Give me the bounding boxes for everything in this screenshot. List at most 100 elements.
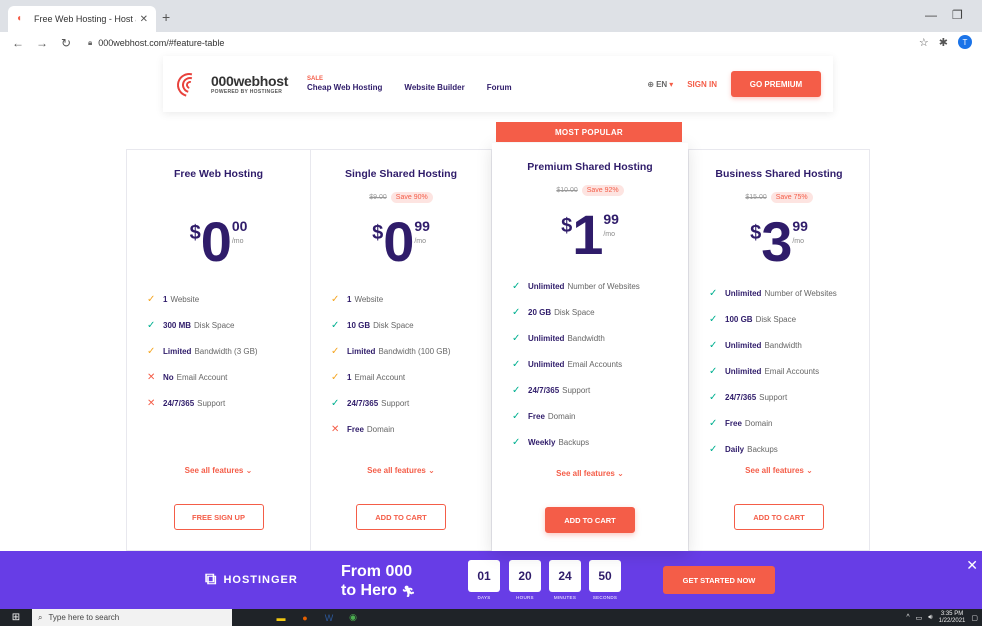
url-field[interactable]: 🔒︎ 000webhost.com/#feature-table <box>88 38 224 48</box>
feature-text: Number of Websites <box>567 281 640 291</box>
get-started-button[interactable]: GET STARTED NOW <box>663 566 775 594</box>
check-icon: ✓ <box>512 358 521 370</box>
close-banner-icon[interactable]: ✕ <box>966 557 978 574</box>
see-all-features-link[interactable]: See all features ⌄ <box>689 466 869 475</box>
language-selector[interactable]: ⊕ EN ▾ <box>647 80 673 89</box>
see-all-label: See all features <box>556 469 615 478</box>
hostinger-brand: HOSTINGER <box>223 574 298 586</box>
feature-item: ✓ 100 GB Disk Space <box>709 306 869 332</box>
url-text: 000webhost.com/#feature-table <box>98 38 225 48</box>
feature-highlight: 24/7/365 <box>725 392 757 402</box>
price-whole: 0 <box>383 210 415 273</box>
countdown-label: SECONDS <box>592 595 618 600</box>
discount-row: $15.00 Save 75% <box>689 190 869 204</box>
feature-highlight: Unlimited <box>725 340 762 350</box>
nav-link-label: Cheap Web Hosting <box>307 83 383 92</box>
countdown-days: 01 DAYS <box>468 560 500 600</box>
see-all-features-link[interactable]: See all features ⌄ <box>127 466 310 475</box>
feature-item: ✓ 24/7/365 Support <box>331 390 491 416</box>
hostinger-mark-icon: ⧉ <box>205 571 218 588</box>
check-icon: ✓ <box>331 371 340 383</box>
feature-text: Domain <box>744 418 773 428</box>
file-explorer-icon[interactable]: ▬ <box>274 612 288 624</box>
feature-item: ✓ Unlimited Email Accounts <box>512 351 688 377</box>
address-bar: ← → ↻ 🔒︎ 000webhost.com/#feature-table ☆… <box>0 32 982 54</box>
feature-item: ✕ No Email Account <box>147 364 310 390</box>
word-icon[interactable]: W <box>322 612 336 624</box>
profile-avatar[interactable]: T <box>958 35 972 49</box>
countdown-hours: 20 HOURS <box>509 560 541 600</box>
network-icon[interactable]: ▭ <box>916 614 923 622</box>
restore-icon[interactable]: ❐ <box>952 8 963 22</box>
countdown-value: 20 <box>509 560 541 592</box>
free-sign-up-button[interactable]: FREE SIGN UP <box>173 504 264 530</box>
go-premium-button[interactable]: GO PREMIUM <box>731 71 821 97</box>
check-icon: ✓ <box>709 417 718 429</box>
nav-website-builder[interactable]: Website Builder <box>404 83 464 92</box>
site-header: 000webhost POWERED BY HOSTINGER SALE Che… <box>163 56 833 112</box>
nav-cheap-hosting[interactable]: SALE Cheap Web Hosting <box>307 76 382 92</box>
feature-text: Domain <box>366 424 395 434</box>
feature-text: Support <box>381 398 410 408</box>
feature-highlight: 24/7/365 <box>528 385 560 395</box>
old-price: $9.00 <box>369 193 387 201</box>
lock-icon: 🔒︎ <box>88 38 93 47</box>
feature-text: Number of Websites <box>764 288 837 298</box>
feature-item: ✓ 24/7/365 Support <box>512 377 688 403</box>
feature-item: ✓ 1 Website <box>331 286 491 312</box>
windows-start-icon[interactable]: ⊞ <box>0 612 32 623</box>
tray-chevron-icon[interactable]: ^ <box>906 614 909 621</box>
close-tab-icon[interactable]: ✕ <box>140 14 148 25</box>
search-placeholder: Type here to search <box>48 613 120 622</box>
extensions-icon[interactable]: ✱ <box>939 36 948 49</box>
bookmark-star-icon[interactable]: ☆ <box>919 36 929 49</box>
check-icon: ✓ <box>147 293 156 305</box>
see-all-features-link[interactable]: See all features ⌄ <box>492 469 688 478</box>
taskbar-search[interactable]: ⌕ Type here to search <box>32 609 232 626</box>
forward-icon[interactable]: → <box>34 36 50 50</box>
feature-item: ✓ 1 Email Account <box>331 364 491 390</box>
clock-time: 3:35 PM <box>940 610 964 617</box>
promo-line-1: From 000 <box>341 563 413 580</box>
feature-highlight: Limited <box>163 346 192 356</box>
cross-icon: ✕ <box>331 423 340 435</box>
sign-in-link[interactable]: SIGN IN <box>687 80 717 89</box>
plan-price: $ 1 99 /mo <box>492 203 688 267</box>
back-icon[interactable]: ← <box>10 36 26 50</box>
add-to-cart-button[interactable]: ADD TO CART <box>356 504 446 530</box>
feature-highlight: 24/7/365 <box>163 398 195 408</box>
feature-text: Bandwidth (100 GB) <box>378 346 451 356</box>
feature-text: Disk Space <box>194 320 235 330</box>
see-all-features-link[interactable]: See all features ⌄ <box>311 466 491 475</box>
countdown-value: 50 <box>589 560 621 592</box>
minimize-icon[interactable]: — <box>925 8 937 22</box>
feature-item: ✓ 10 GB Disk Space <box>331 312 491 338</box>
add-to-cart-button[interactable]: ADD TO CART <box>545 507 635 533</box>
firefox-icon[interactable]: ● <box>298 612 312 624</box>
check-icon: ✓ <box>512 280 521 292</box>
new-tab-icon[interactable]: + <box>162 9 170 25</box>
nav-forum[interactable]: Forum <box>487 83 512 92</box>
feature-highlight: No <box>163 372 174 382</box>
volume-icon[interactable]: 🔊︎ <box>928 614 932 622</box>
old-price: $15.00 <box>745 193 767 201</box>
feature-highlight: Free <box>347 424 364 434</box>
price-period: /mo <box>792 238 805 245</box>
plan-title: Premium Shared Hosting <box>527 161 653 173</box>
feature-highlight: Unlimited <box>725 366 762 376</box>
browser-tab[interactable]: ◖ Free Web Hosting - Host a Webs ✕ <box>8 6 156 32</box>
reload-icon[interactable]: ↻ <box>58 36 74 50</box>
logo-name: 000webhost <box>211 73 289 89</box>
price-whole: 3 <box>761 210 793 273</box>
notifications-icon[interactable]: ▢ <box>971 614 978 622</box>
price-cents: 00 <box>231 218 248 234</box>
search-icon: ⌕ <box>38 612 43 622</box>
feature-highlight: 1 <box>347 294 352 304</box>
site-favicon-icon: ◖ <box>16 13 23 24</box>
feature-item: ✓ Free Domain <box>512 403 688 429</box>
taskbar-clock[interactable]: 3:35 PM 1/22/2021 <box>939 611 966 625</box>
chrome-icon[interactable]: ◉ <box>346 612 360 624</box>
site-logo[interactable]: 000webhost POWERED BY HOSTINGER <box>172 68 305 102</box>
language-code: EN <box>656 79 668 89</box>
add-to-cart-button[interactable]: ADD TO CART <box>734 504 824 530</box>
